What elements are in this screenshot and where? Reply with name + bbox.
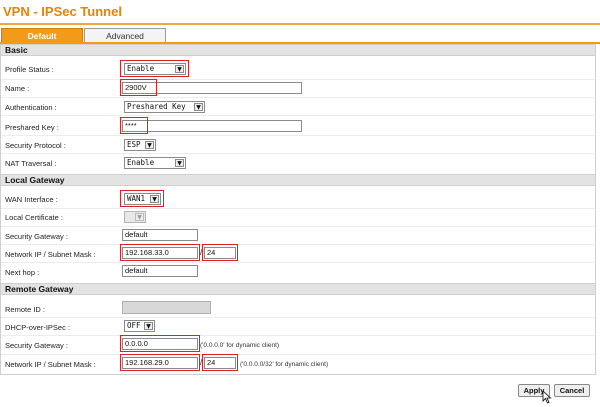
dhcp-over-ipsec-label: DHCP-over-IPSec : [5, 323, 71, 332]
highlight-box [120, 79, 157, 96]
row-divider [1, 226, 595, 227]
security-protocol-select[interactable]: ESP ▼ [124, 139, 156, 151]
nat-traversal-select[interactable]: Enable ▼ [124, 157, 186, 169]
cancel-button[interactable]: Cancel [554, 384, 590, 397]
local-certificate-select: ▼ [124, 211, 146, 223]
row-divider [1, 153, 595, 154]
name-label: Name : [5, 84, 30, 93]
page-title: VPN - IPSec Tunnel [3, 4, 122, 19]
remote-network-ip-label: Network IP / Subnet Mask : [5, 360, 96, 369]
remote-security-gateway-label: Security Gateway : [5, 341, 68, 350]
chevron-down-icon: ▼ [145, 141, 154, 149]
section-local-gateway: Local Gateway [1, 174, 595, 186]
local-security-gateway-label: Security Gateway : [5, 232, 68, 241]
security-gateway-hint: ('0.0.0.0' for dynamic client) [200, 342, 280, 349]
row-divider [1, 317, 595, 318]
tab-default[interactable]: Default [1, 28, 83, 43]
highlight-box [120, 335, 200, 352]
authentication-value: Preshared Key [127, 102, 186, 111]
highlight-box [120, 60, 189, 77]
highlight-box [202, 244, 238, 261]
security-protocol-label: Security Protocol : [5, 141, 66, 150]
row-divider [1, 244, 595, 245]
row-divider [1, 208, 595, 209]
local-security-gateway-input[interactable]: default [122, 229, 198, 241]
remote-id-input [122, 301, 211, 314]
profile-status-label: Profile Status : [5, 65, 54, 74]
wan-interface-label: WAN Interface : [5, 195, 58, 204]
section-remote-gateway: Remote Gateway [1, 283, 595, 295]
section-basic: Basic [1, 44, 595, 56]
remote-id-label: Remote ID : [5, 305, 46, 314]
row-divider [1, 115, 595, 116]
next-hop-label: Next hop : [5, 268, 40, 277]
preshared-key-input[interactable]: **** [122, 120, 302, 132]
highlight-box [120, 190, 164, 207]
chevron-down-icon: ▼ [194, 103, 203, 111]
dhcp-over-ipsec-value: OFF [127, 321, 141, 330]
dhcp-over-ipsec-select[interactable]: OFF ▼ [124, 320, 155, 332]
highlight-box [120, 117, 148, 134]
row-divider [1, 79, 595, 80]
next-hop-input[interactable]: default [122, 265, 198, 277]
highlight-box [120, 244, 200, 261]
network-ip-hint: ('0.0.0.0/32' for dynamic client) [240, 361, 329, 368]
tab-advanced[interactable]: Advanced [84, 28, 166, 43]
row-divider [1, 354, 595, 355]
chevron-down-icon: ▼ [175, 159, 184, 167]
local-certificate-label: Local Certificate : [5, 213, 63, 222]
preshared-key-label: Preshared Key : [5, 123, 59, 132]
local-network-ip-label: Network IP / Subnet Mask : [5, 250, 96, 259]
authentication-label: Authentication : [5, 103, 57, 112]
row-divider [1, 97, 595, 98]
mouse-pointer-icon [542, 390, 552, 404]
authentication-select[interactable]: Preshared Key ▼ [124, 101, 205, 113]
nat-traversal-value: Enable [127, 158, 155, 167]
row-divider [1, 135, 595, 136]
chevron-down-icon: ▼ [144, 322, 153, 330]
chevron-down-icon: ▼ [135, 213, 144, 221]
highlight-box [202, 354, 238, 371]
row-divider [1, 262, 595, 263]
highlight-box [120, 354, 200, 371]
nat-traversal-label: NAT Traversal : [5, 159, 57, 168]
security-protocol-value: ESP [127, 140, 141, 149]
row-divider [1, 335, 595, 336]
title-divider [0, 23, 600, 25]
